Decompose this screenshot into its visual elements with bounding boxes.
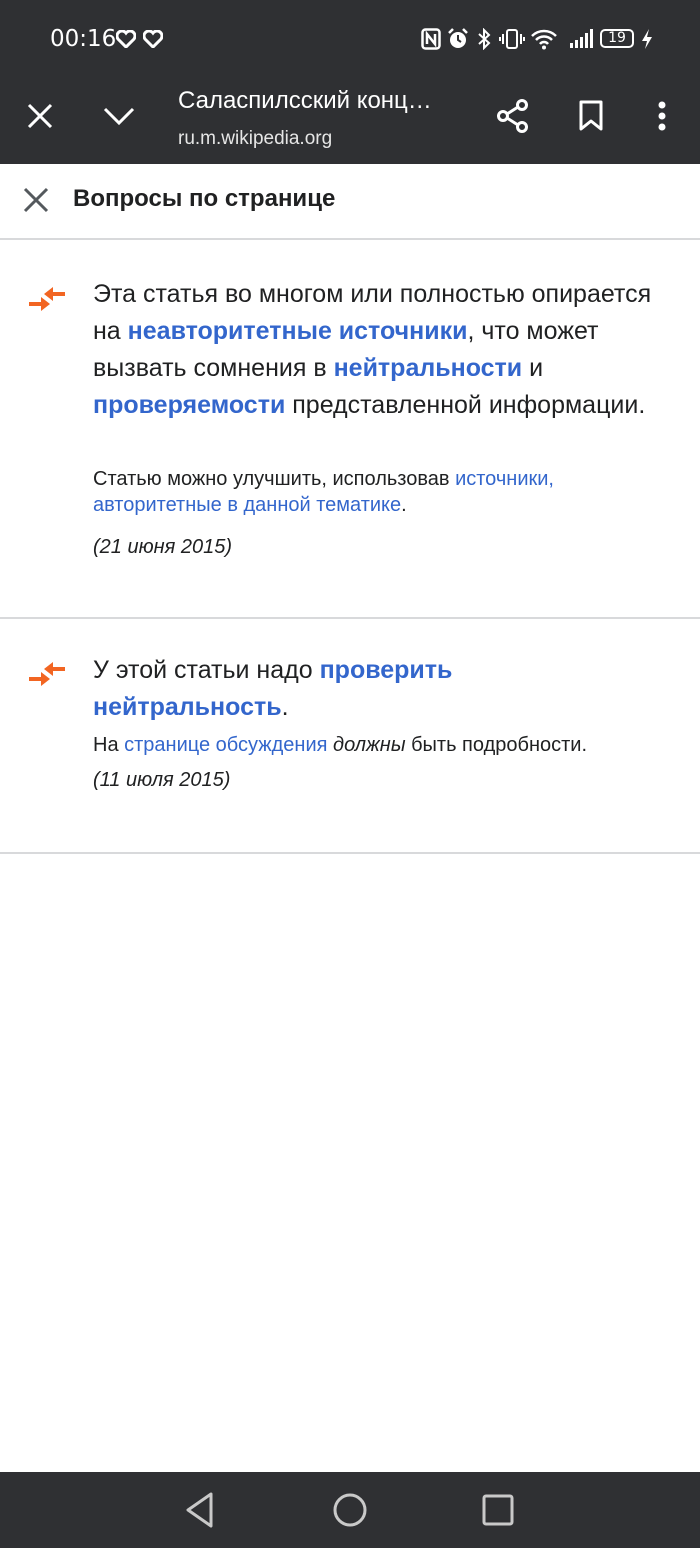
issue-hint-emphasis: должны bbox=[333, 734, 406, 756]
issue-hint-text: Статью можно улучшить, использовав bbox=[93, 468, 456, 490]
browser-toolbar: Саласпилсский конц… ru.m.wikipedia.org bbox=[0, 80, 700, 164]
heart-icon bbox=[116, 30, 136, 48]
wifi-icon bbox=[531, 29, 557, 50]
issue-hint: Статью можно улучшить, использовав источ… bbox=[93, 466, 663, 518]
nfc-icon bbox=[421, 28, 441, 50]
alarm-icon bbox=[448, 28, 468, 48]
page-url: ru.m.wikipedia.org bbox=[178, 128, 333, 149]
chevron-down-icon bbox=[103, 107, 135, 126]
issue-item: У этой статьи надо проверить нейтральнос… bbox=[0, 619, 700, 854]
close-tab-button[interactable] bbox=[20, 96, 60, 136]
issue-arrows-icon bbox=[29, 662, 65, 686]
issue-date: (11 июля 2015) bbox=[93, 769, 231, 791]
link-neutrality[interactable]: нейтральности bbox=[334, 354, 523, 382]
link-verifiability[interactable]: проверяемости bbox=[93, 391, 285, 419]
bookmark-button[interactable] bbox=[571, 96, 611, 136]
bookmark-icon bbox=[579, 100, 603, 131]
heart-icon bbox=[143, 30, 163, 48]
close-icon bbox=[27, 103, 53, 129]
share-button[interactable] bbox=[493, 96, 533, 136]
recents-icon[interactable] bbox=[481, 1491, 515, 1529]
link-unreliable-sources[interactable]: неавторитетные источники bbox=[128, 317, 468, 345]
back-icon[interactable] bbox=[183, 1491, 217, 1529]
sheet-title: Вопросы по странице bbox=[73, 185, 336, 212]
issue-date: (21 июня 2015) bbox=[93, 536, 233, 558]
issue-arrows-icon bbox=[29, 287, 65, 311]
issue-text: . bbox=[281, 693, 289, 721]
close-icon[interactable] bbox=[22, 186, 50, 214]
issue-hint-text: быть подробности. bbox=[405, 734, 587, 756]
sheet-header: Вопросы по странице bbox=[0, 164, 700, 240]
battery-icon: 19 bbox=[600, 29, 634, 48]
system-nav-bar bbox=[0, 1472, 700, 1548]
issue-text: У этой статьи надо bbox=[93, 656, 320, 684]
issue-description: Эта статья во многом или полностью опира… bbox=[93, 276, 663, 424]
issue-description: У этой статьи надо проверить нейтральнос… bbox=[93, 652, 513, 726]
issue-item: Эта статья во многом или полностью опира… bbox=[0, 240, 700, 619]
bluetooth-icon bbox=[478, 28, 491, 50]
more-vert-icon bbox=[658, 101, 666, 131]
more-options-button[interactable] bbox=[642, 96, 682, 136]
issue-hint-text: На bbox=[93, 734, 125, 756]
charging-icon bbox=[642, 29, 652, 49]
issue-hint-text: . bbox=[401, 494, 407, 516]
share-icon bbox=[497, 99, 528, 133]
home-icon[interactable] bbox=[331, 1491, 369, 1529]
status-time: 00:16 bbox=[50, 26, 117, 52]
status-bar: 00:16 19 bbox=[0, 0, 700, 80]
vibrate-icon bbox=[499, 29, 525, 49]
issue-text: и bbox=[522, 354, 544, 382]
signal-icon bbox=[570, 29, 593, 48]
collapse-button[interactable] bbox=[99, 96, 139, 136]
link-talk-page[interactable]: странице обсуждения bbox=[124, 734, 327, 756]
page-title: Саласпилсский конц… bbox=[178, 87, 432, 114]
issue-hint: На странице обсуждения должны быть подро… bbox=[93, 732, 683, 758]
issue-text: представленной информации. bbox=[285, 391, 646, 419]
